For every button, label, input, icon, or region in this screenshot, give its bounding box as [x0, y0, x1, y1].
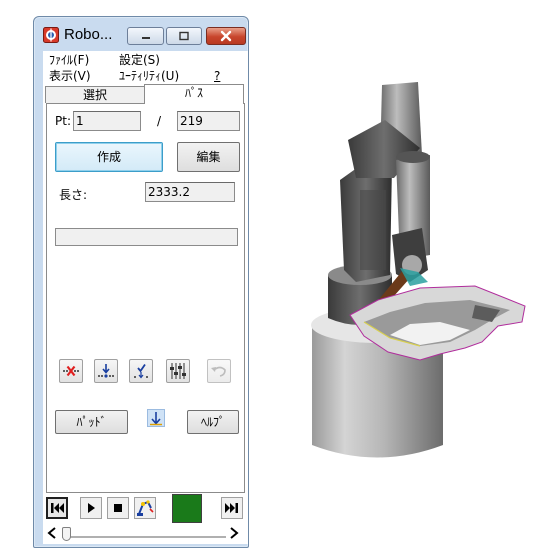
stop-button[interactable] [107, 497, 129, 519]
delete-point-icon [63, 365, 79, 377]
path-panel: Pt: 1 / 219 作成 編集 長さ: 2333.2 ﾊﾟｯﾄﾞ ﾍﾙﾌﾟ [46, 103, 245, 493]
skip-to-start-icon [51, 503, 64, 513]
menu-bar: ﾌｧｲﾙ(F) 設定(S) 表示(V) ﾕｰﾃｨﾘﾃｨ(U) ? [43, 51, 248, 84]
maximize-icon [179, 31, 189, 41]
playback-bar [46, 494, 245, 524]
window-title: Robo... [64, 26, 113, 43]
pt-total-field: 219 [177, 111, 240, 131]
robot-arm-icon [137, 500, 154, 516]
first-point-button[interactable] [46, 497, 68, 519]
menu-view[interactable]: 表示(V) [49, 69, 91, 83]
tab-strip: 選択 ﾊﾟｽ [43, 84, 248, 104]
status-indicator [172, 494, 202, 523]
minimize-icon [141, 37, 150, 39]
title-bar[interactable]: Robo... [34, 17, 248, 51]
adjust-sliders-button[interactable] [166, 359, 190, 383]
adjust-sliders-icon [170, 363, 186, 379]
maximize-button[interactable] [166, 27, 202, 45]
insert-point-icon [98, 364, 114, 378]
pt-separator: / [157, 114, 162, 128]
check-point-icon [134, 363, 148, 379]
robot-3d-viewport[interactable] [260, 60, 534, 480]
undo-icon [211, 366, 226, 377]
pad-button[interactable]: ﾊﾟｯﾄﾞ [55, 410, 128, 434]
menu-file[interactable]: ﾌｧｲﾙ(F) [49, 53, 89, 67]
delete-point-button[interactable] [59, 359, 83, 383]
direction-toggle[interactable] [147, 409, 165, 427]
progress-bar [55, 228, 238, 246]
pt-label: Pt: [55, 114, 71, 128]
client-area: 選択 ﾊﾟｽ Pt: 1 / 219 作成 編集 長さ: 2333.2 ﾊﾟｯﾄ… [43, 84, 248, 544]
app-icon [43, 27, 59, 43]
menu-help[interactable]: ? [214, 69, 220, 83]
play-button[interactable] [80, 497, 102, 519]
slider-thumb[interactable] [62, 527, 71, 541]
close-icon [220, 30, 232, 42]
edit-button[interactable]: 編集 [177, 142, 240, 172]
menu-utility[interactable]: ﾕｰﾃｨﾘﾃｨ(U) [119, 69, 179, 83]
slider-track [47, 527, 239, 539]
tab-select[interactable]: 選択 [45, 86, 145, 103]
stop-icon [114, 504, 122, 512]
robot-motion-button[interactable] [134, 497, 156, 519]
down-arrow-icon [150, 412, 162, 426]
check-point-button[interactable] [129, 359, 153, 383]
create-button[interactable]: 作成 [55, 142, 163, 172]
tab-path[interactable]: ﾊﾟｽ [144, 84, 244, 104]
close-button[interactable] [206, 27, 246, 45]
insert-point-button[interactable] [94, 359, 118, 383]
robot-path-window: Robo... ﾌｧｲﾙ(F) 設定(S) 表示(V) ﾕｰﾃｨﾘﾃｨ(U) ?… [33, 16, 249, 548]
help-button[interactable]: ﾍﾙﾌﾟ [187, 410, 239, 434]
play-icon [88, 503, 95, 513]
menu-settings[interactable]: 設定(S) [119, 53, 160, 67]
length-label: 長さ: [59, 188, 88, 202]
skip-to-end-icon [225, 503, 238, 513]
last-point-button[interactable] [221, 497, 243, 519]
point-slider[interactable] [46, 524, 245, 542]
minimize-button[interactable] [127, 27, 164, 45]
length-field: 2333.2 [145, 182, 235, 202]
pt-current-field[interactable]: 1 [73, 111, 141, 131]
undo-button[interactable] [207, 359, 231, 383]
